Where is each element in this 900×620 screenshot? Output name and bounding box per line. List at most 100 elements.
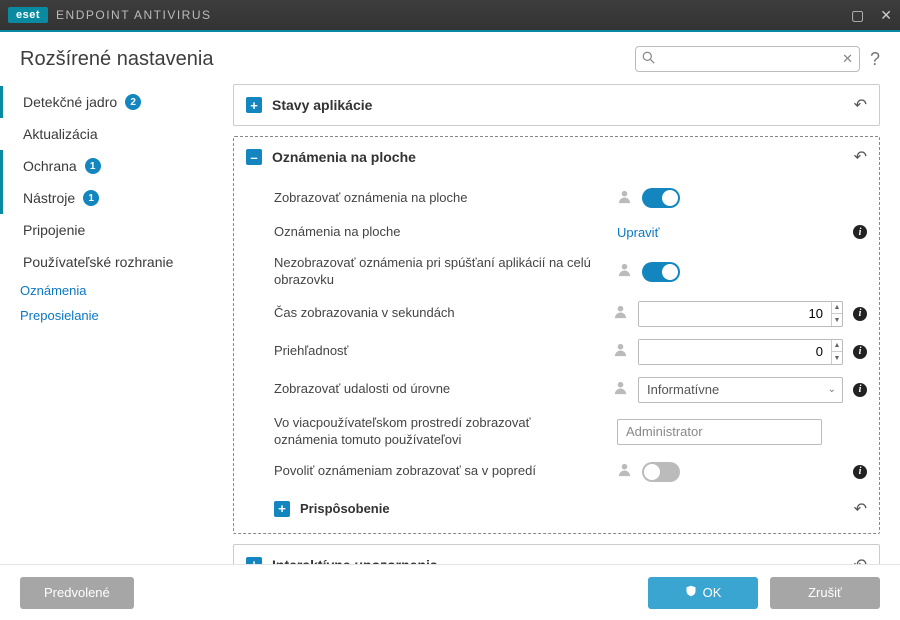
info-icon[interactable]: i <box>853 383 867 397</box>
row-level: Zobrazovať udalosti od úrovne Informatív… <box>234 371 879 409</box>
transparency-input[interactable] <box>639 340 831 364</box>
search-wrap: ✕ <box>635 46 860 72</box>
sidebar-subitem-forwarding[interactable]: Preposielanie <box>0 303 215 328</box>
step-up-icon[interactable]: ▲ <box>832 340 842 353</box>
sidebar-item-label: Nástroje <box>23 190 75 206</box>
button-label: Predvolené <box>44 585 110 600</box>
sidebar-item-label: Detekčné jadro <box>23 94 117 110</box>
row-fullscreen-suppress: Nezobrazovať oznámenia pri spúšťaní apli… <box>234 249 879 295</box>
undo-icon[interactable]: ↶ <box>854 499 867 519</box>
undo-icon[interactable]: ↶ <box>854 555 867 564</box>
undo-icon[interactable]: ↶ <box>854 95 867 115</box>
expand-icon: + <box>246 557 262 564</box>
content: + Stavy aplikácie ↶ – Oznámenia na ploch… <box>215 80 900 564</box>
search-icon <box>642 51 655 67</box>
expand-icon: + <box>246 97 262 113</box>
row-label: Čas zobrazovania v sekundách <box>274 305 603 322</box>
toggle-show-desktop-notif[interactable] <box>642 188 680 208</box>
subsection-customization[interactable]: + Prispôsobenie ↶ <box>234 489 879 521</box>
user-icon <box>613 342 628 361</box>
row-label: Zobrazovať udalosti od úrovne <box>274 381 603 398</box>
chevron-down-icon: ⌄ <box>828 384 836 395</box>
controls <box>617 188 867 208</box>
user-icon <box>617 189 632 208</box>
close-icon[interactable]: ✕ <box>880 7 892 24</box>
controls <box>617 419 867 445</box>
info-icon[interactable]: i <box>853 465 867 479</box>
info-icon[interactable]: i <box>853 307 867 321</box>
search-input[interactable] <box>635 46 860 72</box>
info-icon[interactable]: i <box>853 345 867 359</box>
section-title: Oznámenia na ploche <box>272 149 416 165</box>
row-label: Oznámenia na ploche <box>274 224 607 241</box>
info-icon[interactable]: i <box>853 225 867 239</box>
collapse-icon: – <box>246 149 262 165</box>
sidebar-item-update[interactable]: Aktualizácia <box>0 118 215 150</box>
sidebar-item-label: Pripojenie <box>23 222 85 238</box>
page-title: Rozšírené nastavenia <box>20 48 213 71</box>
help-icon[interactable]: ? <box>870 49 880 70</box>
step-down-icon[interactable]: ▼ <box>832 352 842 364</box>
section-header-app-states[interactable]: + Stavy aplikácie ↶ <box>234 85 879 125</box>
step-up-icon[interactable]: ▲ <box>832 302 842 315</box>
user-icon <box>617 462 632 481</box>
controls: ▲ ▼ i <box>613 339 867 365</box>
row-label: Povoliť oznámeniam zobrazovať sa v popre… <box>274 463 607 480</box>
user-icon <box>613 380 628 399</box>
row-show-desktop-notif: Zobrazovať oznámenia na ploche <box>234 181 879 215</box>
sidebar-item-detection-core[interactable]: Detekčné jadro 2 <box>0 86 215 118</box>
spinner: ▲ ▼ <box>831 340 842 364</box>
subsection-title: Prispôsobenie <box>300 501 390 516</box>
section-header-desktop-notif[interactable]: – Oznámenia na ploche ↶ <box>234 137 879 177</box>
brand-logo: eset <box>8 7 48 23</box>
main: Detekčné jadro 2 Aktualizácia Ochrana 1 … <box>0 80 900 564</box>
ok-button[interactable]: OK <box>648 577 758 609</box>
button-label: OK <box>703 585 722 600</box>
row-transparency: Priehľadnosť ▲ ▼ i <box>234 333 879 371</box>
transparency-field: ▲ ▼ <box>638 339 843 365</box>
sidebar-item-connection[interactable]: Pripojenie <box>0 214 215 246</box>
level-select[interactable]: Informatívne ⌄ <box>638 377 843 403</box>
section-body: Zobrazovať oznámenia na ploche Oznámenia… <box>234 177 879 533</box>
row-label: Nezobrazovať oznámenia pri spúšťaní apli… <box>274 255 607 289</box>
footer: Predvolené OK Zrušiť <box>0 564 900 620</box>
sidebar-subitem-label: Oznámenia <box>20 283 86 298</box>
section-desktop-notifications: – Oznámenia na ploche ↶ Zobrazovať oznám… <box>233 136 880 534</box>
row-desktop-notif-edit: Oznámenia na ploche Upraviť i <box>234 215 879 249</box>
controls: ▲ ▼ i <box>613 301 867 327</box>
cancel-button[interactable]: Zrušiť <box>770 577 880 609</box>
user-icon <box>617 262 632 281</box>
toggle-fullscreen-suppress[interactable] <box>642 262 680 282</box>
maximize-icon[interactable]: ▢ <box>851 7 864 24</box>
shield-icon <box>685 585 697 600</box>
section-app-states: + Stavy aplikácie ↶ <box>233 84 880 126</box>
sidebar-item-tools[interactable]: Nástroje 1 <box>0 182 215 214</box>
step-down-icon[interactable]: ▼ <box>832 314 842 326</box>
sidebar-subitem-label: Preposielanie <box>20 308 99 323</box>
clear-search-icon[interactable]: ✕ <box>842 51 853 67</box>
window-controls: ▢ ✕ <box>851 7 892 24</box>
sidebar-item-ui[interactable]: Používateľské rozhranie <box>0 246 215 278</box>
sidebar-item-label: Aktualizácia <box>23 126 98 142</box>
row-label: Zobrazovať oznámenia na ploche <box>274 190 607 207</box>
sidebar-subitem-notifications[interactable]: Oznámenia <box>0 278 215 303</box>
sidebar: Detekčné jadro 2 Aktualizácia Ochrana 1 … <box>0 80 215 564</box>
undo-icon[interactable]: ↶ <box>854 147 867 167</box>
seconds-input[interactable] <box>639 302 831 326</box>
badge: 1 <box>85 158 101 174</box>
sidebar-item-label: Ochrana <box>23 158 77 174</box>
badge: 1 <box>83 190 99 206</box>
edit-link[interactable]: Upraviť <box>617 225 659 240</box>
toggle-foreground[interactable] <box>642 462 680 482</box>
sidebar-item-protection[interactable]: Ochrana 1 <box>0 150 215 182</box>
select-value: Informatívne <box>647 382 719 397</box>
product-name: ENDPOINT ANTIVIRUS <box>56 8 211 22</box>
multiuser-input[interactable] <box>617 419 822 445</box>
section-title: Stavy aplikácie <box>272 97 372 113</box>
section-header-interactive[interactable]: + Interaktívne upozornenia ↶ <box>234 545 879 564</box>
controls: Informatívne ⌄ i <box>613 377 867 403</box>
seconds-field: ▲ ▼ <box>638 301 843 327</box>
defaults-button[interactable]: Predvolené <box>20 577 134 609</box>
badge: 2 <box>125 94 141 110</box>
sidebar-item-label: Používateľské rozhranie <box>23 254 173 270</box>
